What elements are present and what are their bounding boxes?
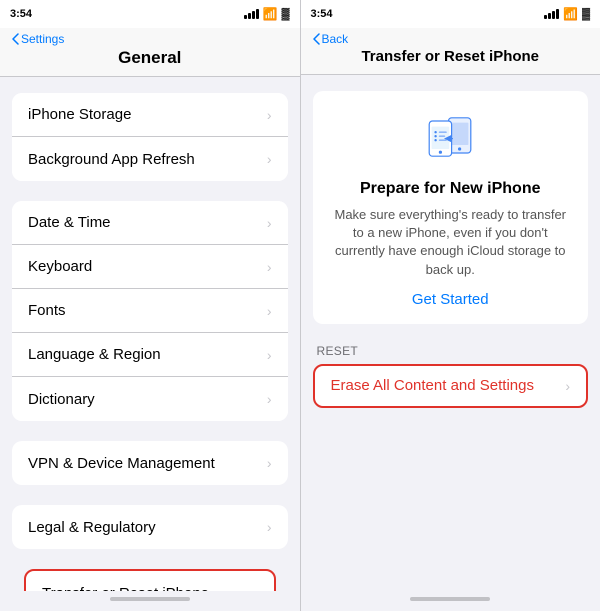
iphone-storage-label: iPhone Storage — [28, 106, 131, 123]
bottom-bar-right — [301, 591, 600, 611]
dictionary-item[interactable]: Dictionary › — [12, 377, 288, 421]
signal-bar-2 — [248, 13, 251, 19]
date-time-item[interactable]: Date & Time › — [12, 201, 288, 245]
prepare-title: Prepare for New iPhone — [360, 180, 541, 198]
right-panel-content: Prepare for New iPhone Make sure everyth… — [301, 75, 600, 591]
transfer-reset-group: Transfer or Reset iPhone › — [24, 569, 276, 591]
back-label-right[interactable]: Back — [322, 32, 349, 46]
phone-icons-container — [418, 111, 482, 168]
chevron-icon-fonts: › — [267, 303, 272, 319]
settings-content-left: iPhone Storage › Background App Refresh … — [0, 77, 300, 591]
transfer-reset-item[interactable]: Transfer or Reset iPhone › — [26, 571, 274, 591]
wifi-icon: 📶 — [263, 7, 278, 21]
vpn-label: VPN & Device Management — [28, 455, 215, 472]
home-indicator-left — [110, 597, 190, 601]
chevron-icon-legal: › — [267, 519, 272, 535]
transfer-reset-section: Transfer or Reset iPhone › — [12, 569, 288, 591]
bottom-bar-left — [0, 591, 300, 611]
status-icons-right: 📶 ▓ — [544, 7, 590, 21]
get-started-button[interactable]: Get Started — [412, 291, 489, 308]
back-label-left[interactable]: Settings — [21, 32, 64, 46]
status-bar-right: 3:54 📶 ▓ — [301, 0, 600, 28]
reset-section: Reset Erase All Content and Settings › — [313, 344, 589, 408]
dictionary-label: Dictionary — [28, 391, 95, 408]
status-bar-left: 3:54 📶 ▓ — [0, 0, 300, 28]
group-vpn: VPN & Device Management › — [12, 441, 288, 485]
chevron-icon-date: › — [267, 215, 272, 231]
status-icons-left: 📶 ▓ — [244, 7, 290, 21]
page-title-right: Transfer or Reset iPhone — [361, 48, 539, 66]
date-time-label: Date & Time — [28, 214, 111, 231]
chevron-icon-keyboard: › — [267, 259, 272, 275]
nav-bar-left: Settings General — [0, 28, 300, 77]
prepare-card: Prepare for New iPhone Make sure everyth… — [313, 91, 589, 324]
group-storage: iPhone Storage › Background App Refresh … — [12, 93, 288, 181]
background-refresh-label: Background App Refresh — [28, 151, 195, 168]
chevron-icon-refresh: › — [267, 151, 272, 167]
fonts-label: Fonts — [28, 302, 66, 319]
back-search-left: Settings — [12, 32, 288, 46]
section-legal: Legal & Regulatory › — [0, 505, 300, 549]
battery-icon-right: ▓ — [582, 8, 590, 20]
signal-bar-1 — [244, 15, 247, 19]
section-locale: Date & Time › Keyboard › Fonts › Languag… — [0, 201, 300, 421]
reset-section-label: Reset — [313, 344, 589, 364]
home-indicator-right — [410, 597, 490, 601]
section-storage: iPhone Storage › Background App Refresh … — [0, 93, 300, 181]
legal-label: Legal & Regulatory — [28, 519, 156, 536]
right-panel: 3:54 📶 ▓ Back Transfer or Reset iPhone — [301, 0, 600, 611]
chevron-icon-dict: › — [267, 391, 272, 407]
chevron-left-icon-right — [313, 33, 320, 45]
prepare-desc: Make sure everything's ready to transfer… — [329, 206, 573, 279]
signal-icon-right — [544, 9, 559, 19]
chevron-icon-erase: › — [565, 378, 570, 394]
erase-label: Erase All Content and Settings — [331, 377, 534, 394]
time-right: 3:54 — [311, 8, 333, 20]
page-title-left: General — [118, 48, 181, 68]
background-refresh-item[interactable]: Background App Refresh › — [12, 137, 288, 181]
prepare-phones-icon — [418, 111, 482, 163]
signal-bar-3 — [252, 11, 255, 19]
language-region-label: Language & Region — [28, 346, 161, 363]
legal-item[interactable]: Legal & Regulatory › — [12, 505, 288, 549]
group-legal: Legal & Regulatory › — [12, 505, 288, 549]
section-vpn: VPN & Device Management › — [0, 441, 300, 485]
signal-bar-4 — [256, 9, 259, 19]
left-panel: 3:54 📶 ▓ Settings General iPhon — [0, 0, 300, 611]
chevron-icon-storage: › — [267, 107, 272, 123]
nav-title-row-right: Transfer or Reset iPhone — [313, 48, 589, 66]
chevron-icon-lang: › — [267, 347, 272, 363]
chevron-left-icon — [12, 33, 19, 45]
vpn-item[interactable]: VPN & Device Management › — [12, 441, 288, 485]
battery-icon: ▓ — [281, 8, 289, 20]
group-locale: Date & Time › Keyboard › Fonts › Languag… — [12, 201, 288, 421]
keyboard-item[interactable]: Keyboard › — [12, 245, 288, 289]
time-left: 3:54 — [10, 8, 32, 20]
erase-item[interactable]: Erase All Content and Settings › — [313, 364, 589, 408]
fonts-item[interactable]: Fonts › — [12, 289, 288, 333]
nav-title-row-left: General — [12, 48, 288, 68]
chevron-icon-vpn: › — [267, 455, 272, 471]
iphone-storage-item[interactable]: iPhone Storage › — [12, 93, 288, 137]
keyboard-label: Keyboard — [28, 258, 92, 275]
language-region-item[interactable]: Language & Region › — [12, 333, 288, 377]
back-search-right: Back — [313, 32, 589, 46]
wifi-icon-right: 📶 — [563, 7, 578, 21]
nav-bar-right: Back Transfer or Reset iPhone — [301, 28, 600, 75]
signal-icon — [244, 9, 259, 19]
